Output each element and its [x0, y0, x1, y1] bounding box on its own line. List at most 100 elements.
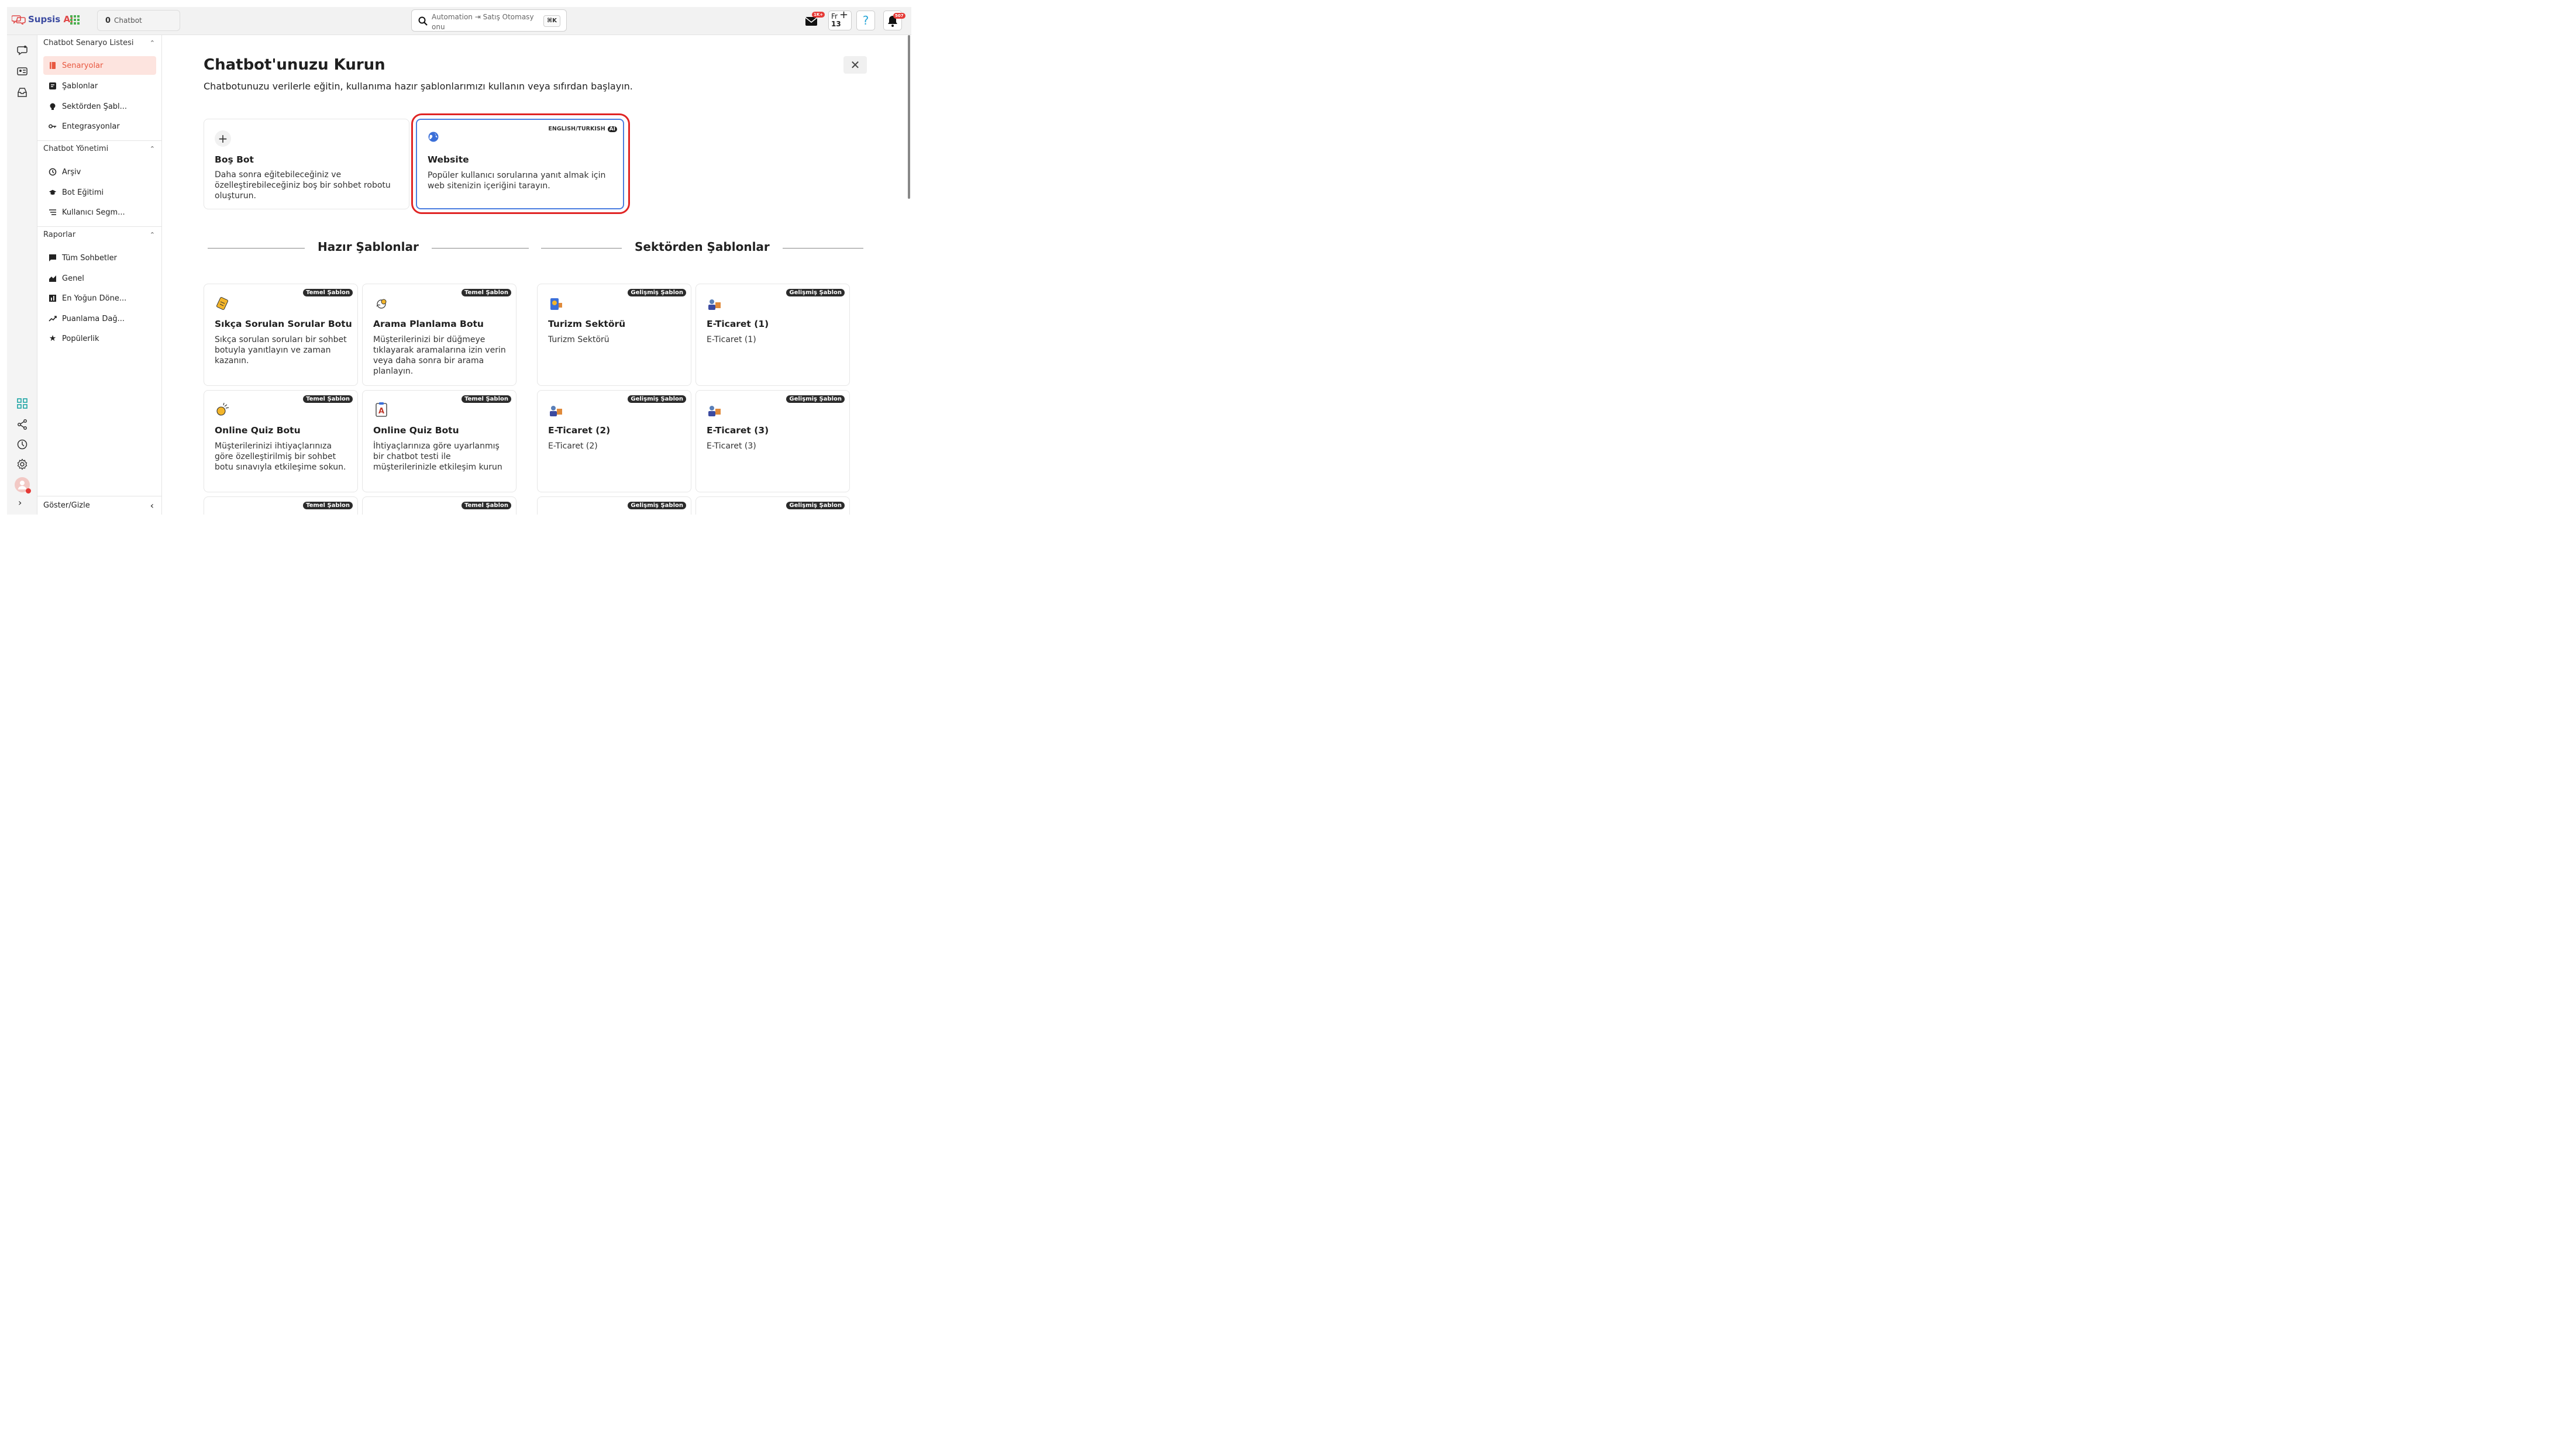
card-title: Turizm Sektörü: [548, 319, 626, 329]
sidebar-item-senaryolar[interactable]: Senaryolar: [43, 56, 156, 75]
sidebar-item-kullanici-segmentleri[interactable]: Kullanıcı Segm...: [43, 203, 156, 222]
chevron-up-icon: ⌃: [149, 39, 155, 47]
card-desc: Popüler kullanıcı sorularına yanıt almak…: [428, 171, 606, 191]
sector-card-5[interactable]: Gelişmiş Şablon: [537, 496, 691, 515]
star-icon: ★: [49, 334, 57, 343]
help-button[interactable]: ?: [856, 11, 875, 30]
card-title: E-Ticaret (3): [707, 425, 769, 436]
bar-chart-icon: [49, 294, 57, 302]
section-title: Chatbot Senaryo Listesi: [43, 39, 134, 47]
clipboard-a-icon: A: [376, 402, 387, 417]
apps-grid-icon[interactable]: [70, 15, 80, 25]
graduation-cap-icon: [49, 188, 57, 196]
sidebar-item-label: Bot Eğitimi: [62, 188, 104, 197]
mail-icon: [805, 17, 818, 26]
segment-list-icon: [49, 208, 57, 216]
sidebar-item-label: Kullanıcı Segm...: [62, 208, 125, 217]
contact-card-icon[interactable]: [16, 65, 28, 77]
sidebar-item-tum-sohbetler[interactable]: Tüm Sohbetler: [43, 249, 156, 267]
mail-button[interactable]: 1K+: [805, 11, 825, 30]
dashboard-grid-icon[interactable]: [16, 398, 28, 409]
sidebar-item-label: Popülerlik: [62, 334, 99, 343]
sidebar-item-populerlik[interactable]: ★ Popülerlik: [43, 329, 156, 348]
sidebar-item-genel[interactable]: Genel: [43, 269, 156, 288]
template-card-ready-6[interactable]: Temel Şablon: [362, 496, 516, 515]
sidebar-item-bot-egitimi[interactable]: Bot Eğitimi: [43, 183, 156, 202]
share-icon[interactable]: [16, 419, 28, 430]
sidebar-item-label: Senaryolar: [62, 61, 104, 70]
template-tag: Gelişmiş Şablon: [786, 289, 845, 296]
date-button[interactable]: Fr 13 +: [828, 10, 852, 30]
sidebar-toggle[interactable]: Göster/Gizle ‹: [37, 496, 162, 515]
sidebar-item-en-yogun-donem[interactable]: En Yoğun Döne...: [43, 289, 156, 308]
sector-card-eticaret-3[interactable]: Gelişmiş Şablon E-Ticaret (3) E-Ticaret …: [695, 390, 850, 492]
online-status-dot: [26, 488, 31, 494]
sidebar-item-arsiv[interactable]: Arşiv: [43, 163, 156, 181]
settings-gear-icon[interactable]: [16, 458, 28, 470]
expand-chevron-icon[interactable]: ›: [18, 497, 22, 508]
card-title: Arama Planlama Botu: [373, 319, 484, 329]
card-desc: Müşterilerinizi bir düğmeye tıklayarak a…: [373, 335, 506, 376]
template-tag: Temel Şablon: [462, 395, 511, 403]
chevron-up-icon: ⌃: [149, 145, 155, 153]
search-placeholder: Automation ⇥ Satış Otomasy onu: [432, 13, 534, 31]
search-icon: [418, 16, 428, 26]
quiz-bulb-icon: [216, 402, 229, 416]
search-box[interactable]: Automation ⇥ Satış Otomasy onu ⌘K: [411, 9, 567, 32]
ecommerce-icon: [550, 406, 562, 416]
ai-badge: AI: [607, 126, 617, 132]
notifications-button[interactable]: 507: [883, 11, 905, 30]
sidebar-section-reports[interactable]: Raporlar ⌃: [37, 227, 162, 243]
chatbot-count-pill[interactable]: 0 Chatbot: [97, 10, 180, 31]
sidebar: Chatbot Senaryo Listesi ⌃ Senaryolar Şab…: [37, 35, 162, 515]
lightbulb-icon: [49, 102, 57, 111]
template-tag: Temel Şablon: [462, 502, 511, 509]
sidebar-item-sektorden-sablonlar[interactable]: Sektörden Şabl...: [43, 97, 156, 116]
sidebar-item-entegrasyonlar[interactable]: Entegrasyonlar: [43, 117, 156, 136]
trend-line-icon: [49, 315, 57, 323]
chatbot-icon[interactable]: [16, 44, 28, 56]
sidebar-item-puanlama-dagilimi[interactable]: Puanlama Dağ...: [43, 309, 156, 328]
card-desc: E-Ticaret (3): [707, 441, 756, 451]
template-card-quiz-1[interactable]: Temel Şablon Online Quiz Botu Müşteriler…: [204, 390, 358, 492]
close-button[interactable]: ✕: [843, 56, 867, 74]
chatbot-label: Chatbot: [114, 16, 142, 25]
template-tag: Temel Şablon: [462, 289, 511, 296]
icon-rail: ›: [7, 35, 37, 515]
key-icon: [49, 122, 57, 130]
supsis-logo[interactable]: Supsis Ai: [12, 14, 73, 25]
clock-icon[interactable]: [16, 439, 28, 450]
template-card-arama[interactable]: Temel Şablon Arama Planlama Botu Müşteri…: [362, 284, 516, 386]
plus-icon: +: [215, 130, 231, 147]
section-title: Chatbot Yönetimi: [43, 144, 109, 153]
sector-card-eticaret-2[interactable]: Gelişmiş Şablon E-Ticaret (2) E-Ticaret …: [537, 390, 691, 492]
website-card[interactable]: ENGLISH/TURKISH AI Website Popüler kulla…: [416, 119, 624, 209]
card-title: Boş Bot: [215, 154, 254, 165]
sector-card-turizm[interactable]: Gelişmiş Şablon Turizm Sektörü Turizm Se…: [537, 284, 691, 386]
blank-bot-card[interactable]: + Boş Bot Daha sonra eğitebileceğiniz ve…: [204, 119, 409, 209]
globe-icon: [428, 132, 439, 142]
template-tag: Gelişmiş Şablon: [628, 395, 686, 403]
sidebar-item-label: En Yoğun Döne...: [62, 294, 127, 303]
card-desc: E-Ticaret (2): [548, 441, 598, 451]
template-card-ready-5[interactable]: Temel Şablon: [204, 496, 358, 515]
svg-text:A: A: [378, 407, 384, 416]
sidebar-item-sablonlar[interactable]: Şablonlar: [43, 77, 156, 95]
template-card-quiz-2[interactable]: Temel Şablon A Online Quiz Botu İhtiyaçl…: [362, 390, 516, 492]
template-card-sss[interactable]: Temel Şablon Sıkça Sorulan Sorular Botu …: [204, 284, 358, 386]
main-scrollbar[interactable]: [908, 35, 910, 199]
sector-card-6[interactable]: Gelişmiş Şablon: [695, 496, 850, 515]
card-desc: İhtiyaçlarınıza göre uyarlanmış bir chat…: [373, 441, 502, 472]
sidebar-section-management[interactable]: Chatbot Yönetimi ⌃: [37, 141, 162, 157]
inbox-icon[interactable]: [16, 87, 28, 98]
sidebar-section-scenarios[interactable]: Chatbot Senaryo Listesi ⌃: [37, 35, 162, 51]
section-title: Raporlar: [43, 230, 76, 239]
sector-card-eticaret-1[interactable]: Gelişmiş Şablon E-Ticaret (1) E-Ticaret …: [695, 284, 850, 386]
divider-line: [783, 248, 863, 249]
history-icon: [49, 168, 57, 176]
chat-bubble-icon: [49, 254, 57, 262]
avatar[interactable]: [15, 477, 31, 494]
sidebar-item-label: Arşiv: [62, 167, 81, 177]
faq-note-icon: [216, 297, 228, 310]
chat-bubbles-logo-icon: [12, 15, 26, 25]
